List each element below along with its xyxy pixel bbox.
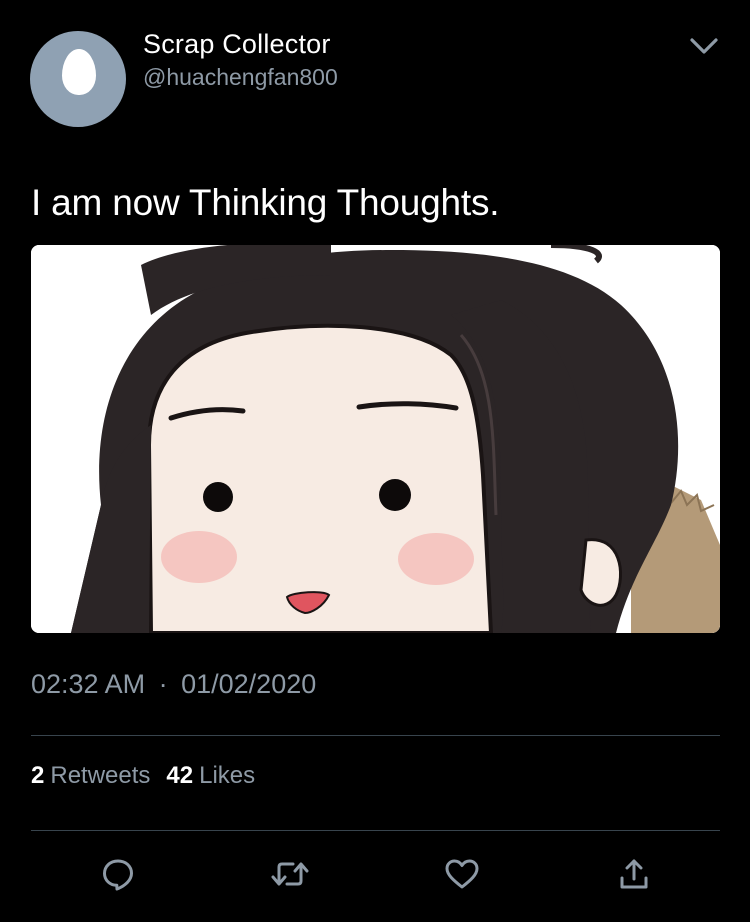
tweet-time: 02:32 AM [31,669,146,699]
likes-stat[interactable]: 42 Likes [166,760,255,792]
tweet-image[interactable] [31,245,720,633]
reply-icon [103,859,133,891]
tweet-date: 01/02/2020 [181,669,317,699]
reply-button[interactable] [96,852,140,896]
tweet-actions [0,852,750,900]
author-info[interactable]: Scrap Collector @huachengfan800 [143,28,338,92]
retweets-stat[interactable]: 2 Retweets [31,760,150,792]
tweet-text: I am now Thinking Thoughts. [31,182,500,223]
like-button[interactable] [440,852,484,896]
tweet-detail: Scrap Collector @huachengfan800 I am now… [0,0,750,922]
avatar[interactable] [30,31,126,127]
likes-count: 42 [166,762,194,789]
share-button[interactable] [612,852,656,896]
tweet-timestamp: 02:32 AM · 01/02/2020 [31,667,316,701]
more-options-button[interactable] [684,32,724,60]
heart-icon [445,859,479,889]
retweet-button[interactable] [268,852,312,896]
retweet-icon [271,862,309,886]
cartoon-face-image [31,245,720,633]
likes-label: Likes [199,762,256,789]
default-egg-avatar-icon [62,49,96,95]
divider [31,830,720,831]
timestamp-separator: · [158,669,168,699]
retweets-count: 2 [31,762,45,789]
divider [31,735,720,736]
chevron-down-icon [690,38,718,54]
user-handle[interactable]: @huachengfan800 [143,62,338,92]
tweet-stats: 2 Retweets 42 Likes [31,760,271,792]
display-name[interactable]: Scrap Collector [143,28,338,60]
share-icon [620,859,648,889]
retweets-label: Retweets [50,762,151,789]
